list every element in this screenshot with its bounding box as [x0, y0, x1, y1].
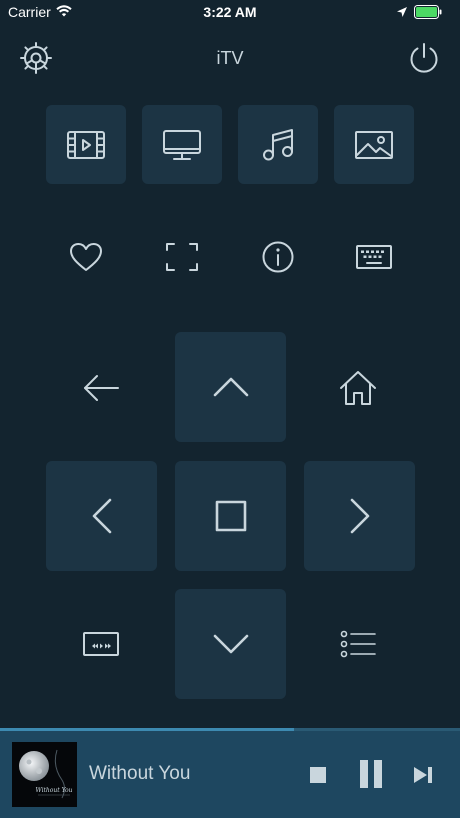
list-icon: [339, 629, 377, 659]
info-button[interactable]: [256, 237, 300, 277]
keyboard-button[interactable]: [352, 237, 396, 277]
home-button[interactable]: [334, 364, 382, 412]
battery-icon: [414, 5, 442, 19]
clock: 3:22 AM: [203, 4, 257, 20]
film-icon: [66, 129, 106, 161]
album-art-caption: Without You: [36, 787, 73, 794]
tv-source-button[interactable]: [142, 105, 222, 184]
dpad-ok-button[interactable]: [175, 461, 286, 571]
status-bar: Carrier 3:22 AM: [0, 0, 460, 24]
power-icon: [407, 41, 441, 75]
stop-icon: [309, 766, 327, 784]
favorite-button[interactable]: [64, 237, 108, 277]
app-title: iTV: [216, 48, 244, 68]
dpad-left-button[interactable]: [46, 461, 157, 571]
album-art[interactable]: Without You: [12, 742, 77, 807]
media-controls-button[interactable]: [78, 626, 124, 662]
home-icon: [338, 369, 378, 407]
chevron-up-icon: [211, 375, 251, 399]
skip-next-icon: [412, 766, 434, 784]
keyboard-icon: [355, 243, 393, 271]
music-source-button[interactable]: [238, 105, 318, 184]
chevron-right-icon: [348, 496, 372, 536]
menu-button[interactable]: [336, 624, 380, 664]
track-title: Without You: [89, 763, 191, 784]
chevron-down-icon: [211, 632, 251, 656]
image-icon: [354, 129, 394, 161]
heart-icon: [68, 241, 104, 273]
pause-icon: [357, 759, 385, 789]
location-arrow-icon: [396, 6, 408, 18]
info-icon: [261, 240, 295, 274]
power-button[interactable]: [404, 38, 444, 78]
next-track-button[interactable]: [406, 759, 440, 791]
photo-source-button[interactable]: [334, 105, 414, 184]
dpad-up-button[interactable]: [175, 332, 286, 442]
music-note-icon: [260, 127, 296, 163]
dpad-down-button[interactable]: [175, 589, 286, 699]
back-button[interactable]: [76, 366, 126, 410]
dpad-right-button[interactable]: [304, 461, 415, 571]
arrow-left-icon: [81, 372, 121, 404]
monitor-icon: [162, 128, 202, 162]
fullscreen-button[interactable]: [160, 237, 204, 277]
stop-button[interactable]: [302, 759, 334, 791]
video-source-button[interactable]: [46, 105, 126, 184]
media-controls-icon: [82, 630, 120, 658]
fullscreen-icon: [164, 241, 200, 273]
chevron-left-icon: [90, 496, 114, 536]
square-icon: [214, 499, 248, 533]
pause-button[interactable]: [350, 753, 392, 795]
now-playing-bar: Without You Without You: [0, 731, 460, 818]
